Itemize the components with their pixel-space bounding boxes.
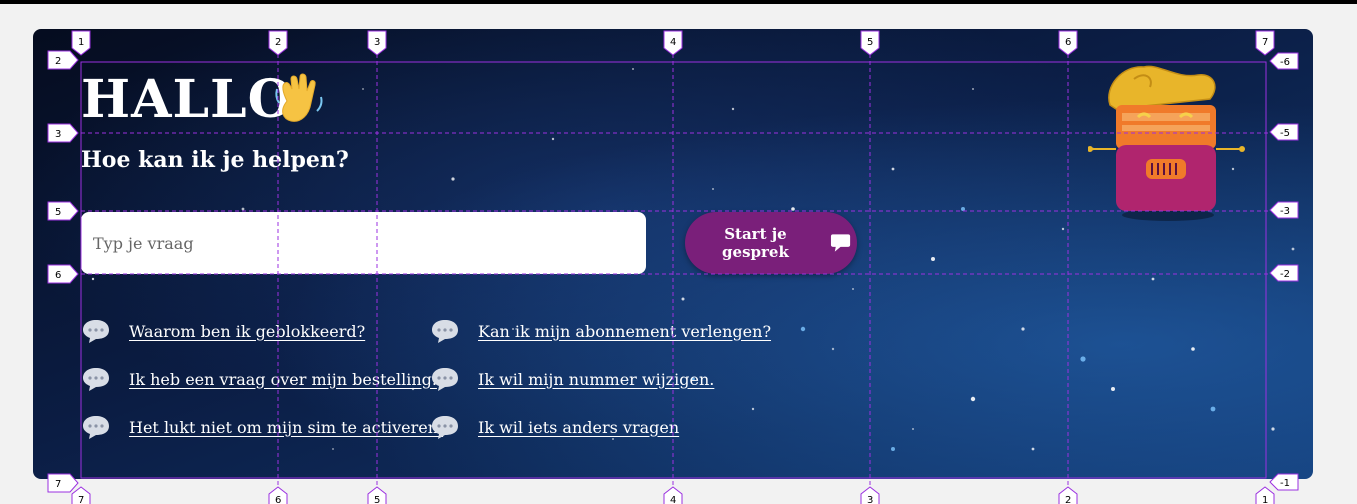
- guide-bottom-1: 1: [1262, 495, 1268, 504]
- faq-column-left: Waarom ben ik geblokkeerd? Ik heb een vr…: [81, 307, 443, 451]
- list-item[interactable]: Waarom ben ik geblokkeerd?: [81, 307, 443, 355]
- guide-left-7: 7: [55, 479, 61, 490]
- faq-link-number[interactable]: Ik wil mijn nummer wijzigen.: [478, 370, 714, 389]
- faq-link-extend[interactable]: Kan ik mijn abonnement verlengen?: [478, 322, 771, 341]
- faq-link-order[interactable]: Ik heb een vraag over mijn bestelling.: [129, 370, 437, 389]
- waving-hand-icon: [275, 73, 323, 122]
- speech-bubble-icon: [432, 416, 458, 439]
- guide-bottom-5: 5: [374, 495, 380, 504]
- hero-banner: HALLO Hoe kan ik je helpen? Start je ges…: [33, 29, 1313, 479]
- guide-right-m1: -1: [1280, 478, 1290, 489]
- faq-link-other[interactable]: Ik wil iets anders vragen: [478, 418, 679, 437]
- question-input[interactable]: [81, 212, 646, 274]
- mascot-illustration: [1088, 65, 1245, 221]
- speech-bubble-icon: [432, 368, 458, 391]
- page-subtitle: Hoe kan ik je helpen?: [81, 147, 349, 173]
- faq-link-sim[interactable]: Het lukt niet om mijn sim te activeren.: [129, 418, 443, 437]
- top-bar: [0, 0, 1357, 4]
- list-item[interactable]: Ik heb een vraag over mijn bestelling.: [81, 355, 443, 403]
- faq-column-right: Kan ik mijn abonnement verlengen? Ik wil…: [430, 307, 771, 451]
- guide-bottom-4: 4: [670, 495, 676, 504]
- chat-bubble-icon: [830, 234, 851, 252]
- guide-bottom-7: 7: [78, 495, 84, 504]
- list-item[interactable]: Kan ik mijn abonnement verlengen?: [430, 307, 771, 355]
- start-conversation-button[interactable]: Start je gesprek: [685, 212, 857, 274]
- start-conversation-label: Start je gesprek: [722, 225, 789, 261]
- guide-bottom-3: 3: [867, 495, 873, 504]
- list-item[interactable]: Ik wil iets anders vragen: [430, 403, 771, 451]
- list-item[interactable]: Het lukt niet om mijn sim te activeren.: [81, 403, 443, 451]
- speech-bubble-icon: [83, 320, 109, 343]
- list-item[interactable]: Ik wil mijn nummer wijzigen.: [430, 355, 771, 403]
- faq-link-blocked[interactable]: Waarom ben ik geblokkeerd?: [129, 322, 365, 341]
- speech-bubble-icon: [83, 368, 109, 391]
- page-title: HALLO: [81, 69, 294, 130]
- guide-bottom-6: 6: [275, 495, 281, 504]
- speech-bubble-icon: [83, 416, 109, 439]
- guide-bottom-2: 2: [1065, 495, 1071, 504]
- speech-bubble-icon: [432, 320, 458, 343]
